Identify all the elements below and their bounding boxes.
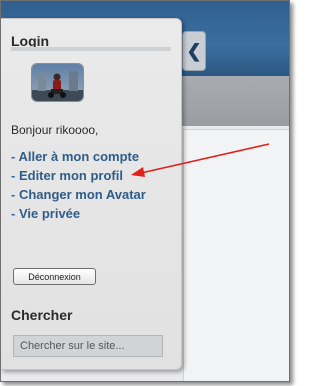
avatar [31, 63, 84, 102]
content-card [183, 129, 289, 381]
link-edit-profile[interactable]: - Editer mon profil [11, 166, 146, 185]
link-privacy[interactable]: - Vie privée [11, 204, 146, 223]
collapse-panel-button[interactable]: ❮ [182, 31, 206, 71]
greeting-text: Bonjour rikoooo, [11, 123, 99, 137]
chevron-left-icon: ❮ [186, 40, 202, 61]
link-my-account[interactable]: - Aller à mon compte [11, 147, 146, 166]
search-title: Chercher [11, 307, 73, 323]
avatar-photo [32, 64, 83, 101]
search-input[interactable]: Chercher sur le site... [13, 335, 163, 357]
logout-button[interactable]: Déconnexion [13, 268, 96, 285]
screenshot-frame: ❮ Login Bonjour rikoooo, - Aller à mon c… [0, 0, 290, 382]
title-divider [11, 47, 171, 51]
link-change-avatar[interactable]: - Changer mon Avatar [11, 185, 146, 204]
login-panel: Login Bonjour rikoooo, - Aller à mon com… [1, 18, 182, 370]
account-links: - Aller à mon compte - Editer mon profil… [11, 147, 146, 223]
